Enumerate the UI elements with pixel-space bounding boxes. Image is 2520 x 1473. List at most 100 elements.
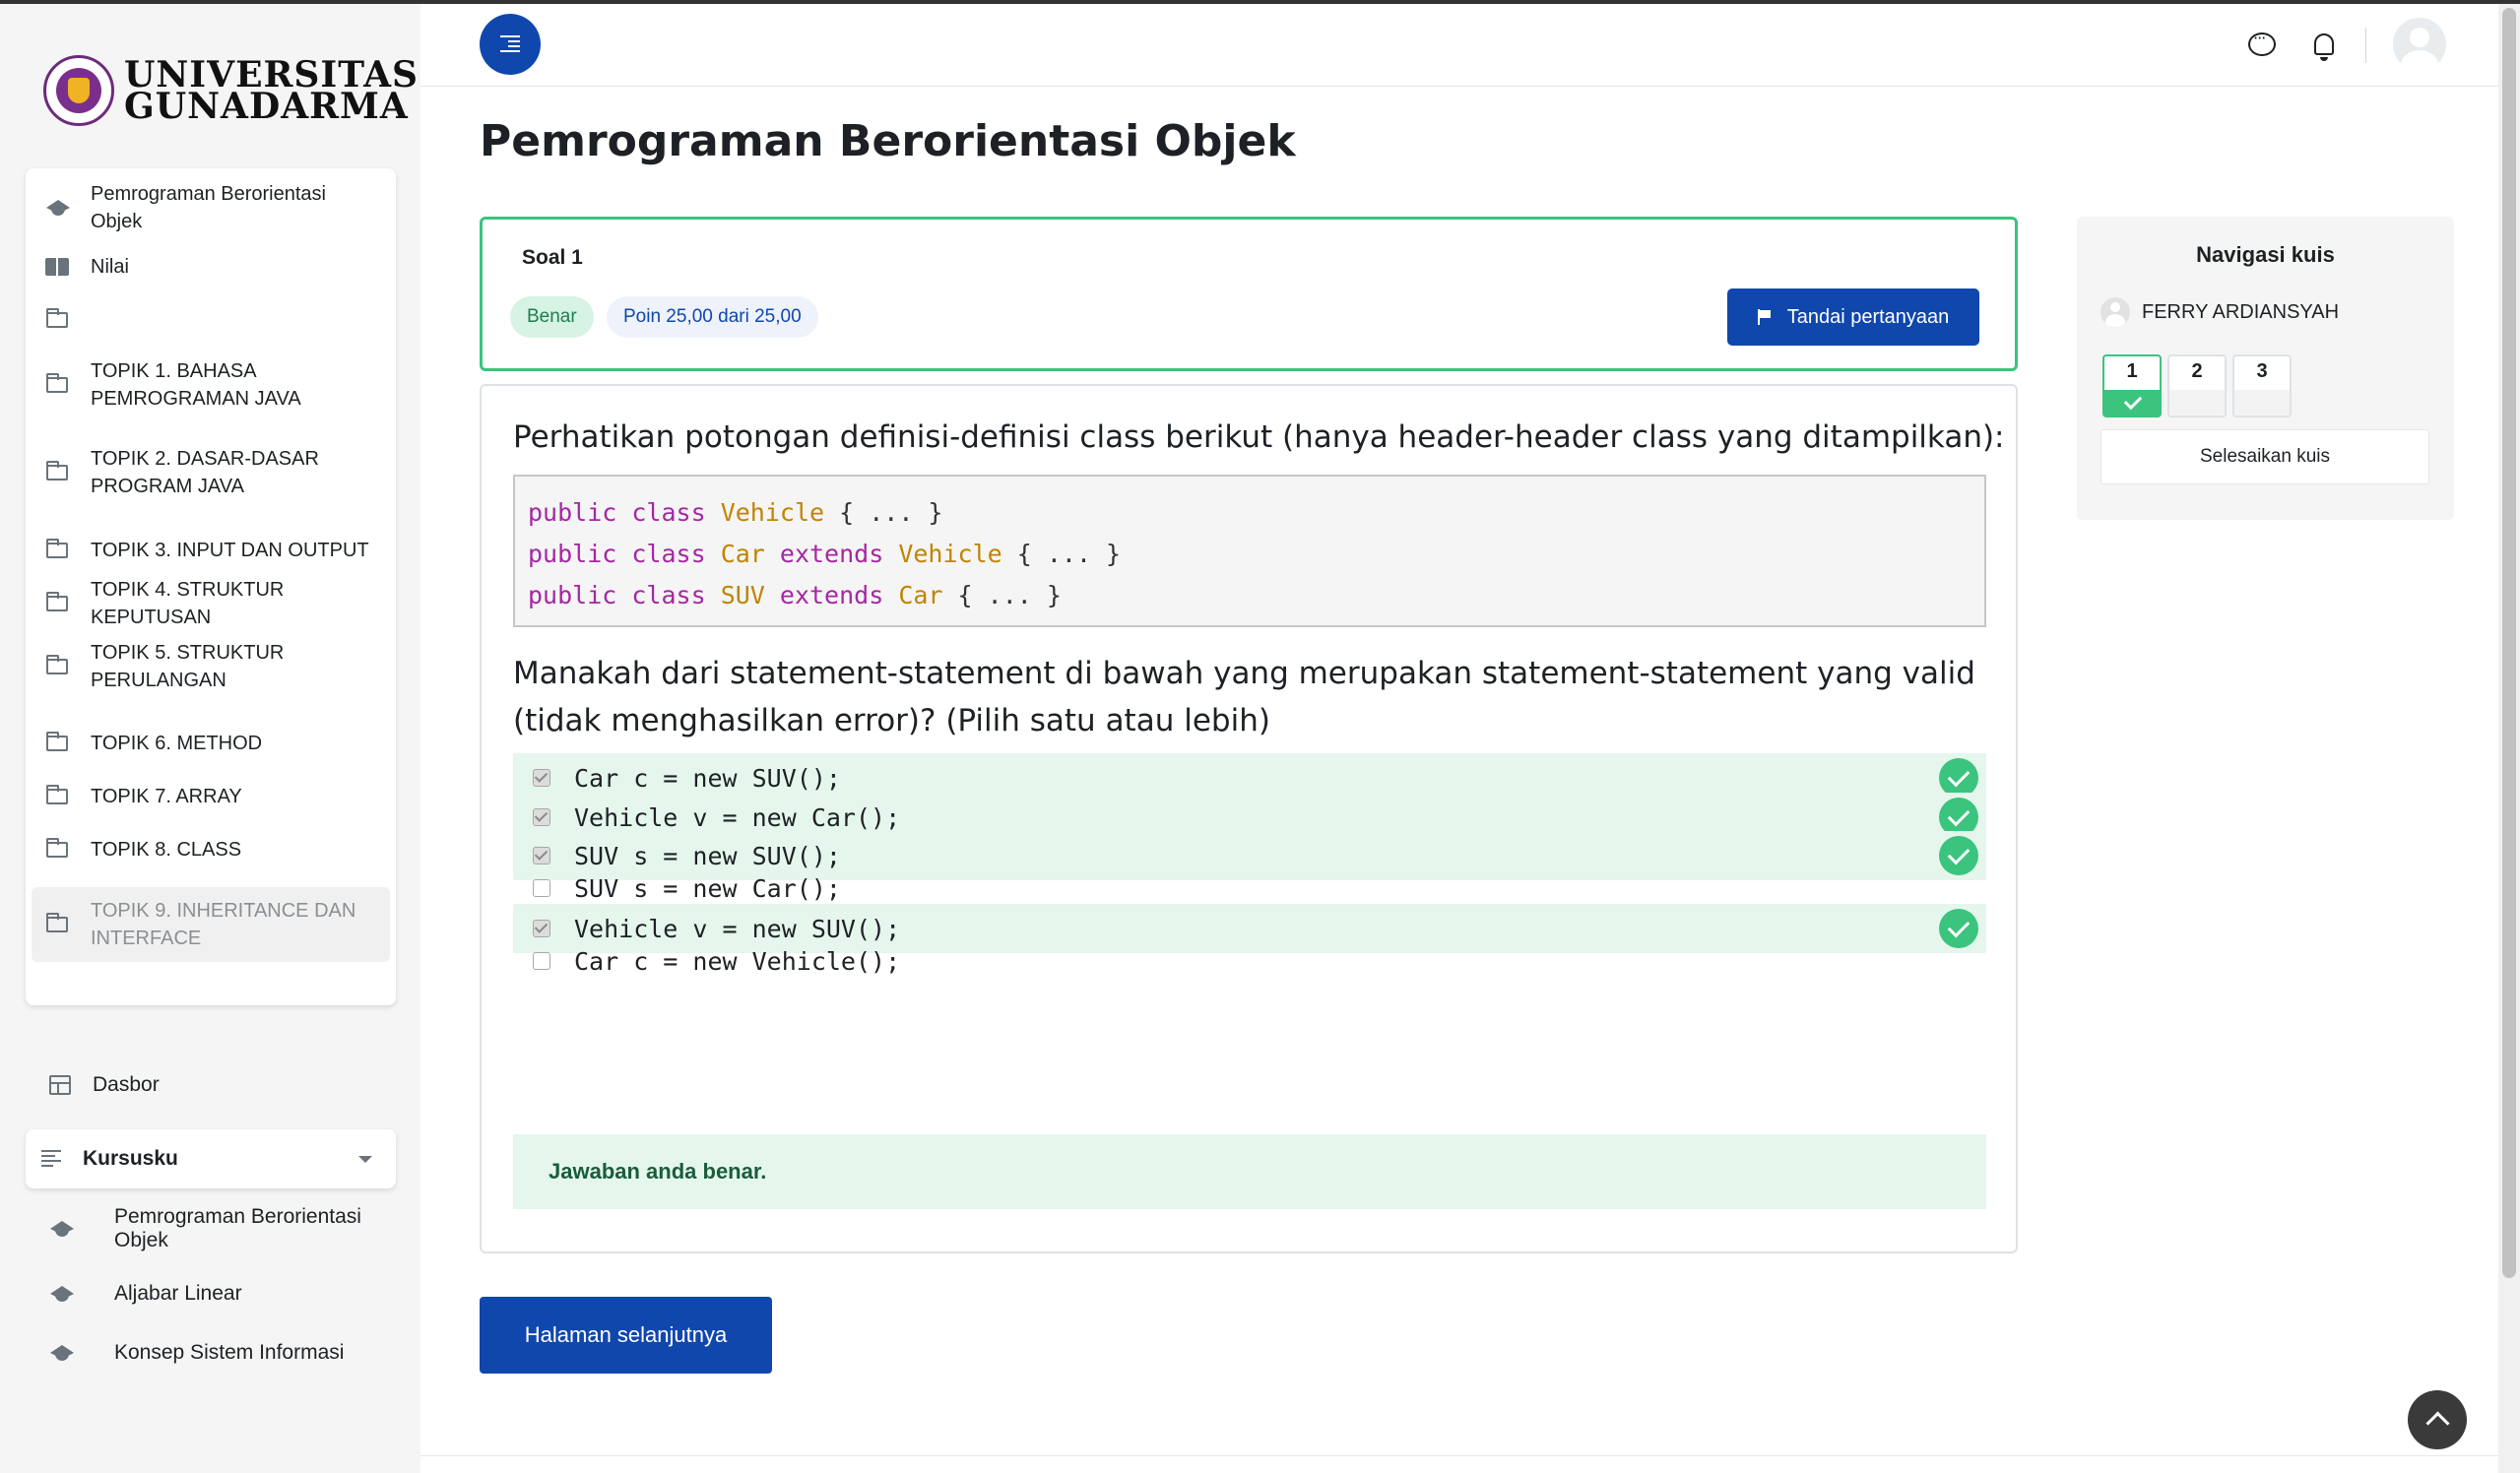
university-seal-icon bbox=[43, 55, 114, 126]
folder-icon bbox=[45, 913, 69, 936]
top-navbar bbox=[420, 4, 2498, 87]
answer-option[interactable]: Car c = new Vehicle(); bbox=[513, 941, 1986, 981]
dashboard-link[interactable]: Dasbor bbox=[49, 1073, 160, 1097]
code-line: public class SUV extends Car { ... } bbox=[528, 575, 1971, 616]
course-section-link[interactable]: TOPIK 1. BAHASA PEMROGRAMAN JAVA bbox=[26, 357, 396, 413]
dashboard-label: Dasbor bbox=[93, 1073, 160, 1096]
correct-check-icon bbox=[1939, 758, 1978, 798]
folder-icon bbox=[45, 838, 69, 862]
quiz-user-name: FERRY ARDIANSYAH bbox=[2142, 300, 2340, 323]
answer-checkbox[interactable] bbox=[533, 847, 550, 865]
answer-text: Car c = new Vehicle(); bbox=[574, 946, 901, 976]
graduation-cap-icon bbox=[49, 1345, 75, 1361]
quiz-user: FERRY ARDIANSYAH bbox=[2100, 297, 2339, 327]
course-section-link[interactable]: TOPIK 6. METHOD bbox=[26, 726, 396, 761]
my-course-item[interactable]: Aljabar Linear bbox=[49, 1282, 242, 1306]
feedback-message: Jawaban anda benar. bbox=[513, 1134, 1986, 1209]
answer-text: Vehicle v = new Car(); bbox=[574, 802, 901, 832]
quiz-question-button[interactable]: 3 bbox=[2232, 354, 2292, 417]
page-scrollbar[interactable] bbox=[2498, 4, 2520, 1473]
messages-button[interactable] bbox=[2247, 29, 2277, 59]
folder-icon bbox=[45, 732, 69, 755]
graduation-cap-icon bbox=[45, 196, 70, 220]
code-token: SUV bbox=[720, 581, 765, 609]
quiz-question-number: 1 bbox=[2126, 360, 2138, 382]
finish-quiz-link[interactable]: Selesaikan kuis bbox=[2100, 429, 2429, 484]
course-section-link[interactable]: TOPIK 8. CLASS bbox=[26, 832, 396, 867]
answer-checkbox[interactable] bbox=[533, 769, 550, 787]
grades-link[interactable]: Nilai bbox=[26, 249, 396, 285]
course-nav-label: TOPIK 5. STRUKTUR PERULANGAN bbox=[91, 642, 285, 691]
code-line: public class Vehicle { ... } bbox=[528, 492, 1971, 534]
answer-text: Vehicle v = new SUV(); bbox=[574, 914, 901, 943]
dashboard-icon bbox=[49, 1075, 71, 1095]
quiz-question-number: 2 bbox=[2191, 360, 2203, 382]
answered-check-icon bbox=[2104, 390, 2160, 416]
my-course-label: Aljabar Linear bbox=[114, 1282, 242, 1305]
course-section-link[interactable]: TOPIK 3. INPUT DAN OUTPUT bbox=[26, 533, 396, 568]
back-to-top-button[interactable] bbox=[2408, 1390, 2467, 1449]
course-section-link[interactable] bbox=[26, 302, 396, 338]
next-page-button[interactable]: Halaman selanjutnya bbox=[480, 1297, 772, 1374]
course-nav-label: TOPIK 7. ARRAY bbox=[91, 786, 242, 807]
folder-icon bbox=[45, 373, 69, 397]
my-courses-toggle[interactable]: Kursusku bbox=[26, 1129, 396, 1188]
folder-icon bbox=[45, 539, 69, 562]
answer-text: Car c = new SUV(); bbox=[574, 763, 841, 793]
course-section-link[interactable]: TOPIK 5. STRUKTUR PERULANGAN bbox=[26, 639, 396, 694]
course-section-link[interactable]: TOPIK 2. DASAR-DASAR PROGRAM JAVA bbox=[26, 445, 396, 500]
brand-line-2: GUNADARMA bbox=[124, 86, 409, 127]
book-icon bbox=[45, 255, 69, 279]
folder-icon bbox=[45, 461, 69, 484]
course-nav-label: TOPIK 9. INHERITANCE DAN INTERFACE bbox=[91, 900, 356, 949]
code-token: public class bbox=[528, 581, 706, 609]
course-section-link[interactable]: TOPIK 9. INHERITANCE DAN INTERFACE bbox=[32, 887, 390, 962]
answer-checkbox[interactable] bbox=[533, 920, 550, 937]
answer-text: SUV s = new SUV(); bbox=[574, 841, 841, 870]
code-token: Vehicle bbox=[720, 498, 825, 527]
course-section-link[interactable]: TOPIK 4. STRUKTUR KEPUTUSAN bbox=[26, 579, 396, 628]
drawer-toggle-button[interactable] bbox=[480, 14, 541, 75]
footer-divider bbox=[420, 1455, 2498, 1456]
code-token: extends bbox=[779, 540, 884, 568]
user-avatar-icon bbox=[2100, 297, 2130, 327]
answer-option[interactable]: SUV s = new Car(); bbox=[513, 868, 1986, 908]
question-info: Soal 1 Benar Poin 25,00 dari 25,00 Tanda… bbox=[480, 217, 2018, 371]
my-courses-label: Kursusku bbox=[83, 1147, 178, 1170]
flag-question-button[interactable]: Tandai pertanyaan bbox=[1727, 288, 1979, 346]
code-token: { ... } bbox=[1016, 540, 1122, 568]
left-drawer: UNIVERSITAS GUNADARMA Pemrograman Berori… bbox=[0, 4, 420, 1473]
code-token: { ... } bbox=[839, 498, 943, 527]
quiz-nav-title: Navigasi kuis bbox=[2196, 242, 2335, 267]
code-block: public class Vehicle { ... } public clas… bbox=[513, 475, 1986, 627]
notifications-button[interactable] bbox=[2309, 30, 2339, 61]
user-menu-avatar[interactable] bbox=[2393, 18, 2446, 71]
course-home-link[interactable]: Pemrograman Berorientasi Objek bbox=[26, 180, 396, 235]
code-token: Car bbox=[898, 581, 943, 609]
answer-checkbox[interactable] bbox=[533, 952, 550, 970]
flag-icon bbox=[1757, 309, 1772, 325]
course-section-link[interactable]: TOPIK 7. ARRAY bbox=[26, 779, 396, 814]
course-nav-label: Pemrograman Berorientasi Objek bbox=[91, 183, 326, 232]
answer-checkbox[interactable] bbox=[533, 808, 550, 826]
navbar-divider bbox=[2365, 28, 2366, 63]
course-nav-label: TOPIK 1. BAHASA PEMROGRAMAN JAVA bbox=[91, 360, 301, 410]
quiz-question-button[interactable]: 1 bbox=[2102, 354, 2162, 417]
question-intro: Perhatikan potongan definisi-definisi cl… bbox=[513, 419, 2005, 455]
quiz-navigation-block: Navigasi kuis FERRY ARDIANSYAH 1 2 3 Sel… bbox=[2077, 217, 2454, 520]
answer-checkbox[interactable] bbox=[533, 879, 550, 897]
scrollbar-thumb[interactable] bbox=[2502, 8, 2516, 1278]
list-icon bbox=[41, 1150, 61, 1168]
question-state-strip bbox=[2169, 390, 2225, 416]
status-badge: Benar bbox=[510, 296, 594, 338]
folder-icon bbox=[45, 785, 69, 808]
university-logo[interactable]: UNIVERSITAS GUNADARMA bbox=[43, 55, 419, 126]
course-nav-label: TOPIK 2. DASAR-DASAR PROGRAM JAVA bbox=[91, 448, 319, 497]
my-course-item[interactable]: Pemrograman Berorientasi Objek bbox=[49, 1205, 400, 1252]
quiz-question-button[interactable]: 2 bbox=[2167, 354, 2227, 417]
code-line: public class Car extends Vehicle { ... } bbox=[528, 534, 1971, 575]
folder-icon bbox=[45, 592, 69, 615]
course-index: Pemrograman Berorientasi Objek Nilai TOPIK… bbox=[26, 168, 396, 1005]
my-course-item[interactable]: Konsep Sistem Informasi bbox=[49, 1341, 344, 1365]
course-nav-label: TOPIK 6. METHOD bbox=[91, 733, 263, 754]
